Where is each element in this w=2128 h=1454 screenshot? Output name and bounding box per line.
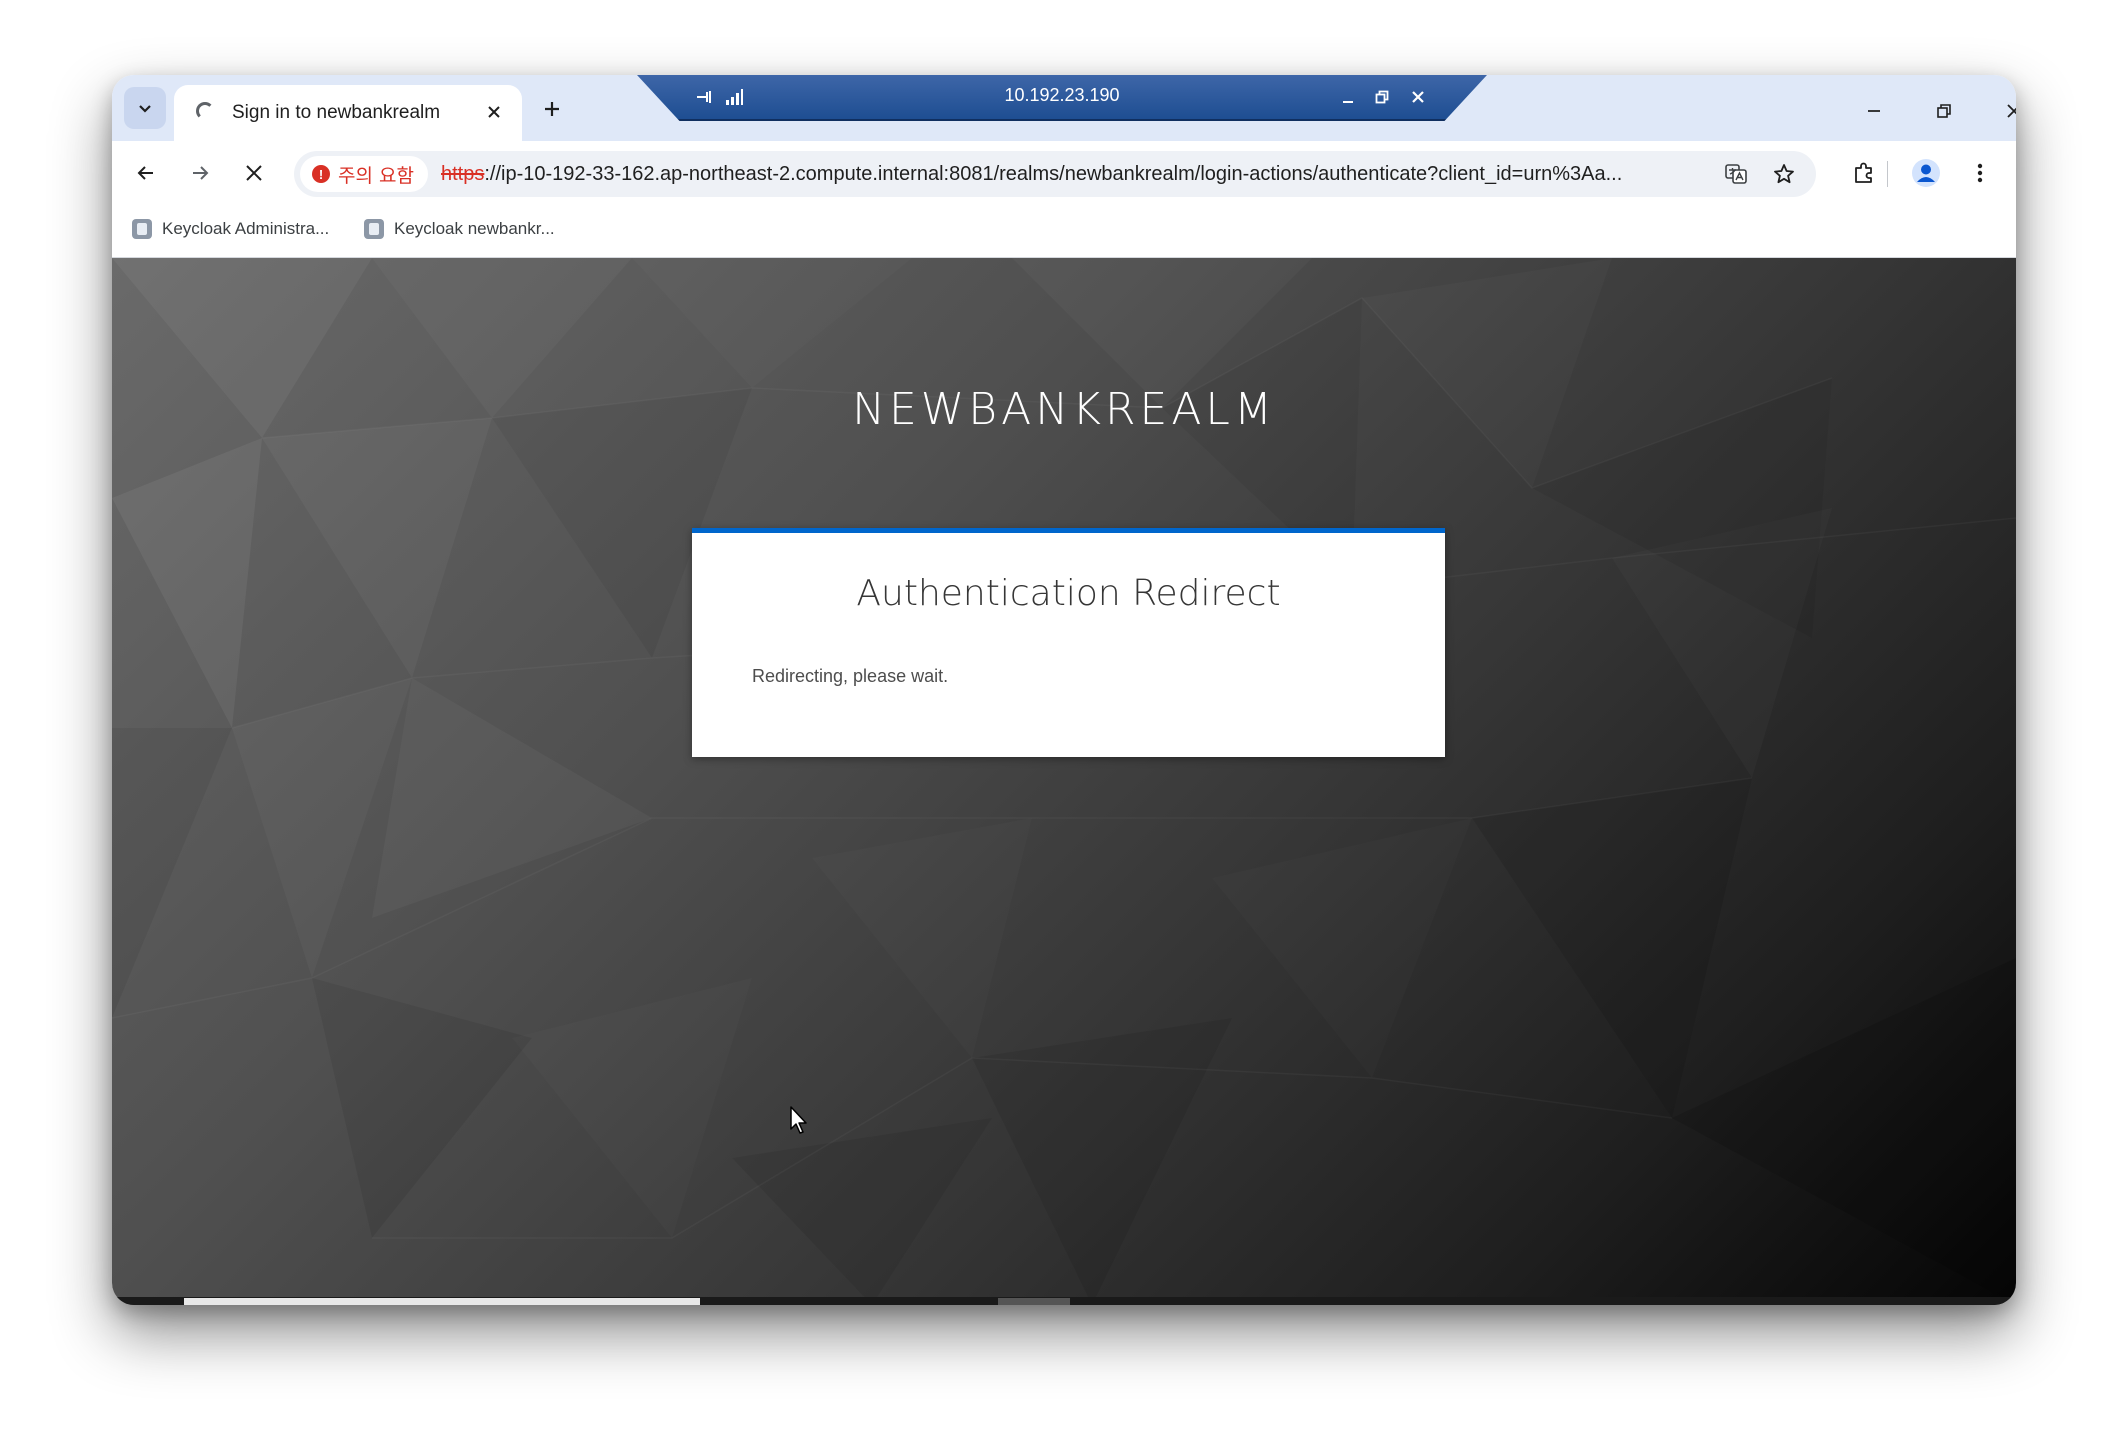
rdp-minimize-button[interactable] <box>1335 84 1361 110</box>
rdp-restore-button[interactable] <box>1369 84 1395 110</box>
horizontal-scrollbar[interactable] <box>112 1297 2016 1305</box>
security-warning-label: 주의 요함 <box>338 164 414 187</box>
rdp-close-button[interactable] <box>1405 84 1431 110</box>
avatar-icon <box>1912 159 1940 187</box>
stop-loading-button[interactable] <box>234 153 274 193</box>
arrow-left-icon <box>137 166 153 180</box>
minimize-icon <box>1343 101 1353 103</box>
minimize-button[interactable] <box>1854 91 1894 131</box>
mouse-pointer-icon <box>790 1106 807 1134</box>
close-icon <box>246 165 262 181</box>
keycloak-favicon-icon <box>132 219 152 239</box>
extensions-button[interactable] <box>1844 153 1884 193</box>
realm-title: NEWBANKREALM <box>852 384 1276 435</box>
toolbar-divider <box>1887 161 1888 187</box>
tab-search-button[interactable] <box>124 87 166 129</box>
star-icon <box>1774 164 1794 184</box>
active-tab[interactable]: Sign in to newbankrealm <box>174 85 522 141</box>
tab-title: Sign in to newbankrealm <box>232 102 441 123</box>
plus-icon <box>545 102 559 116</box>
card-title: Authentication Redirect <box>856 573 1281 614</box>
browser-window: Sign in to newbankrealm 10.192.23.190 ! … <box>112 75 2016 1305</box>
new-tab-button[interactable] <box>536 93 568 125</box>
puzzle-icon <box>1855 162 1872 183</box>
forward-button[interactable] <box>180 153 220 193</box>
more-vertical-icon <box>1977 163 1983 183</box>
browser-toolbar: ! 주의 요함 https://ip-10-192-33-162.ap-nort… <box>112 141 2016 205</box>
scrollbar-thumb-secondary[interactable] <box>998 1298 1070 1305</box>
remote-session-bar: 10.192.23.190 <box>637 75 1487 121</box>
arrow-right-icon <box>193 166 209 180</box>
translate-icon <box>1725 164 1747 184</box>
bookmark-label: Keycloak newbankr... <box>394 219 555 238</box>
warning-icon: ! <box>312 165 330 183</box>
page-content: NEWBANKREALM Authentication Redirect Red… <box>112 258 2016 1305</box>
back-button[interactable] <box>126 153 166 193</box>
window-close-button[interactable] <box>1994 91 2016 131</box>
scrollbar-thumb[interactable] <box>184 1298 700 1305</box>
tab-strip: Sign in to newbankrealm 10.192.23.190 <box>112 75 2016 141</box>
loading-spinner-icon <box>196 102 214 120</box>
url-text[interactable]: https://ip-10-192-33-162.ap-northeast-2.… <box>441 163 1622 186</box>
restore-icon <box>1375 90 1389 104</box>
translate-button[interactable] <box>1718 156 1754 192</box>
bookmark-keycloak-admin[interactable]: Keycloak Administra... <box>132 219 329 239</box>
bookmarks-bar: Keycloak Administra... Keycloak newbankr… <box>112 205 2016 258</box>
chevron-down-icon <box>139 105 151 113</box>
address-bar[interactable]: ! 주의 요함 https://ip-10-192-33-162.ap-nort… <box>294 151 1816 197</box>
keycloak-favicon-icon <box>364 219 384 239</box>
profile-button[interactable] <box>1906 153 1946 193</box>
bookmark-label: Keycloak Administra... <box>162 219 330 238</box>
redirect-message: Redirecting, please wait. <box>752 666 949 686</box>
login-card: Authentication Redirect Redirecting, ple… <box>692 528 1445 757</box>
url-scheme: https <box>441 163 485 185</box>
tab-close-button[interactable] <box>480 98 508 126</box>
security-warning-chip[interactable]: ! 주의 요함 <box>300 156 428 192</box>
menu-button[interactable] <box>1960 153 2000 193</box>
close-icon <box>1412 91 1424 103</box>
bookmark-keycloak-newbank[interactable]: Keycloak newbankr... <box>364 219 555 239</box>
restore-icon <box>1937 104 1951 118</box>
bookmark-star-button[interactable] <box>1766 156 1802 192</box>
restore-button[interactable] <box>1924 91 1964 131</box>
close-icon <box>2007 104 2016 118</box>
url-path: ://ip-10-192-33-162.ap-northeast-2.compu… <box>484 163 1623 185</box>
minimize-icon <box>1868 110 1880 112</box>
close-icon <box>488 106 500 118</box>
